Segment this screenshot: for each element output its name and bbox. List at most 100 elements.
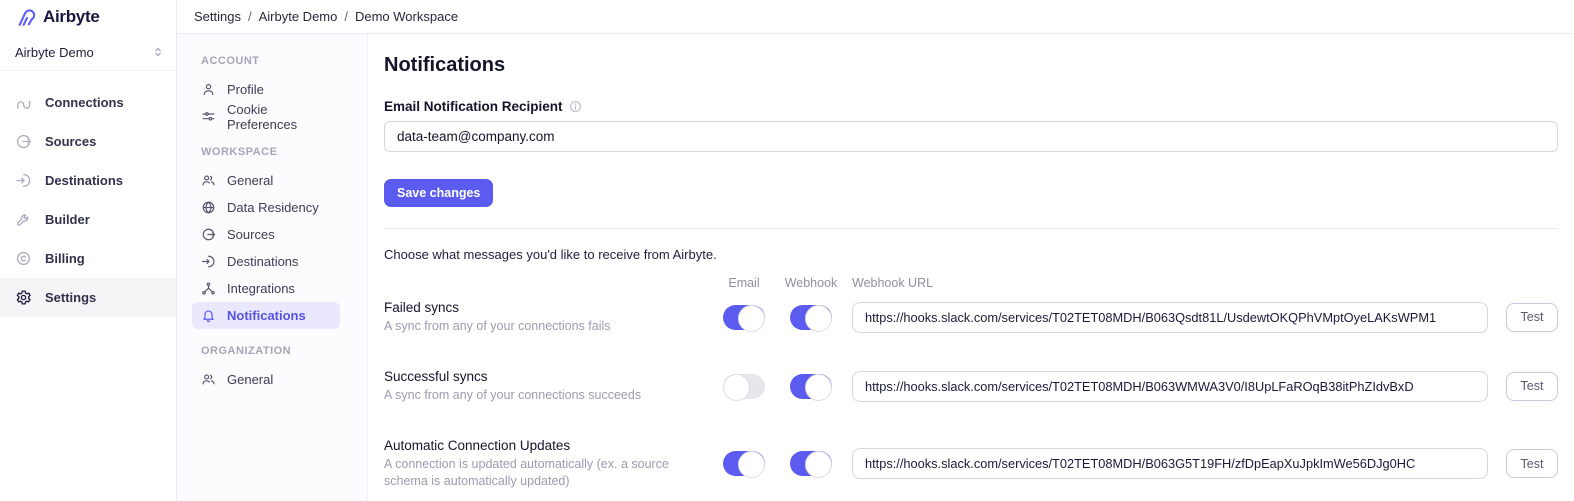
breadcrumb-workspace[interactable]: Demo Workspace <box>355 9 458 24</box>
test-webhook-button[interactable]: Test <box>1506 449 1558 478</box>
settings-nav: ACCOUNT Profile <box>177 34 368 501</box>
save-changes-button[interactable]: Save changes <box>384 179 493 207</box>
webhook-url-input[interactable] <box>852 371 1488 402</box>
sidebar-item-sources[interactable]: Sources <box>0 122 176 161</box>
email-toggle[interactable] <box>723 305 765 330</box>
breadcrumb-settings[interactable]: Settings <box>194 9 241 24</box>
email-recipient-label-text: Email Notification Recipient <box>384 99 563 114</box>
connections-icon <box>15 94 32 111</box>
wrench-icon <box>15 211 32 228</box>
users-icon <box>201 372 216 387</box>
webhook-toggle[interactable] <box>790 451 832 476</box>
app-window: Airbyte Airbyte Demo Connections <box>0 0 1574 501</box>
settings-nav-section-workspace: WORKSPACE General <box>201 146 355 329</box>
settings-nav-item-profile[interactable]: Profile <box>192 76 340 103</box>
source-icon <box>15 133 32 150</box>
network-icon <box>201 281 216 296</box>
sidebar-item-settings[interactable]: Settings <box>0 278 176 317</box>
settings-nav-item-data-residency[interactable]: Data Residency <box>192 194 340 221</box>
email-recipient-label: Email Notification Recipient <box>384 99 1558 114</box>
settings-nav-section-account: ACCOUNT Profile <box>201 55 355 130</box>
right-column: Settings / Airbyte Demo / Demo Workspace… <box>177 0 1574 501</box>
settings-nav-item-general[interactable]: General <box>192 167 340 194</box>
webhook-toggle[interactable] <box>790 305 832 330</box>
page-title: Notifications <box>384 52 1558 78</box>
bell-icon <box>201 308 216 323</box>
source-icon <box>201 227 216 242</box>
row-title: Automatic Connection Updates <box>384 438 710 453</box>
sidebar-item-label: Destinations <box>45 173 123 188</box>
destination-icon <box>201 254 216 269</box>
settings-nav-section-organization: ORGANIZATION General <box>201 345 355 393</box>
notifications-table-header: Email Webhook Webhook URL <box>384 276 1558 290</box>
email-toggle[interactable] <box>723 374 765 399</box>
settings-nav-label: General <box>227 173 273 188</box>
info-icon[interactable] <box>569 100 582 113</box>
settings-nav-item-cookie-preferences[interactable]: Cookie Preferences <box>192 103 340 130</box>
sidebar-nav: Connections Sources Destinations <box>0 71 176 317</box>
breadcrumb: Settings / Airbyte Demo / Demo Workspace <box>177 0 1574 34</box>
sidebar-item-label: Connections <box>45 95 124 110</box>
row-description: A connection is updated automatically (e… <box>384 456 710 490</box>
webhook-toggle[interactable] <box>790 374 832 399</box>
email-recipient-input[interactable] <box>384 121 1558 152</box>
table-row-failed-syncs: Failed syncs A sync from any of your con… <box>384 300 1558 335</box>
column-header-email: Email <box>710 276 778 290</box>
sidebar-item-billing[interactable]: Billing <box>0 239 176 278</box>
table-row-automatic-connection-updates: Automatic Connection Updates A connectio… <box>384 438 1558 490</box>
row-description: A sync from any of your connections succ… <box>384 387 710 404</box>
settings-nav-label: Data Residency <box>227 200 319 215</box>
sidebar-item-label: Billing <box>45 251 85 266</box>
column-header-webhook-url: Webhook URL <box>844 276 1488 290</box>
gear-icon <box>15 289 32 306</box>
chevron-updown-icon <box>152 46 164 58</box>
breadcrumb-organization[interactable]: Airbyte Demo <box>259 9 338 24</box>
webhook-url-input[interactable] <box>852 448 1488 479</box>
settings-nav-item-sources[interactable]: Sources <box>192 221 340 248</box>
coin-icon <box>15 250 32 267</box>
sliders-icon <box>201 109 216 124</box>
settings-nav-label: Destinations <box>227 254 299 269</box>
workspace-selector[interactable]: Airbyte Demo <box>0 34 176 71</box>
settings-nav-item-org-general[interactable]: General <box>192 366 340 393</box>
notifications-intro: Choose what messages you'd like to recei… <box>384 247 1558 262</box>
section-title: ORGANIZATION <box>201 345 355 357</box>
settings-nav-label: Profile <box>227 82 264 97</box>
test-webhook-button[interactable]: Test <box>1506 372 1558 401</box>
section-title: WORKSPACE <box>201 146 355 158</box>
settings-nav-item-integrations[interactable]: Integrations <box>192 275 340 302</box>
sidebar-item-connections[interactable]: Connections <box>0 83 176 122</box>
globe-icon <box>201 200 216 215</box>
table-row-successful-syncs: Successful syncs A sync from any of your… <box>384 369 1558 404</box>
column-header-webhook: Webhook <box>778 276 844 290</box>
person-icon <box>201 82 216 97</box>
email-toggle[interactable] <box>723 451 765 476</box>
destination-icon <box>15 172 32 189</box>
notifications-page: Notifications Email Notification Recipie… <box>368 34 1574 501</box>
section-divider <box>384 228 1558 229</box>
sidebar-item-label: Builder <box>45 212 90 227</box>
settings-nav-label: General <box>227 372 273 387</box>
sidebar-item-label: Sources <box>45 134 96 149</box>
workspace-name: Airbyte Demo <box>15 45 94 60</box>
settings-nav-label: Integrations <box>227 281 295 296</box>
settings-nav-label: Sources <box>227 227 275 242</box>
main-sidebar: Airbyte Airbyte Demo Connections <box>0 0 177 501</box>
settings-nav-label: Notifications <box>227 308 306 323</box>
airbyte-logo[interactable]: Airbyte <box>0 0 176 34</box>
row-title: Successful syncs <box>384 369 710 384</box>
brand-name: Airbyte <box>43 7 99 27</box>
row-description: A sync from any of your connections fail… <box>384 318 710 335</box>
settings-nav-item-destinations[interactable]: Destinations <box>192 248 340 275</box>
users-icon <box>201 173 216 188</box>
section-title: ACCOUNT <box>201 55 355 67</box>
sidebar-item-destinations[interactable]: Destinations <box>0 161 176 200</box>
settings-nav-item-notifications[interactable]: Notifications <box>192 302 340 329</box>
sidebar-item-builder[interactable]: Builder <box>0 200 176 239</box>
row-title: Failed syncs <box>384 300 710 315</box>
airbyte-logo-icon <box>14 6 36 28</box>
settings-nav-label: Cookie Preferences <box>227 102 331 132</box>
breadcrumb-separator: / <box>344 9 348 24</box>
webhook-url-input[interactable] <box>852 302 1488 333</box>
test-webhook-button[interactable]: Test <box>1506 303 1558 332</box>
